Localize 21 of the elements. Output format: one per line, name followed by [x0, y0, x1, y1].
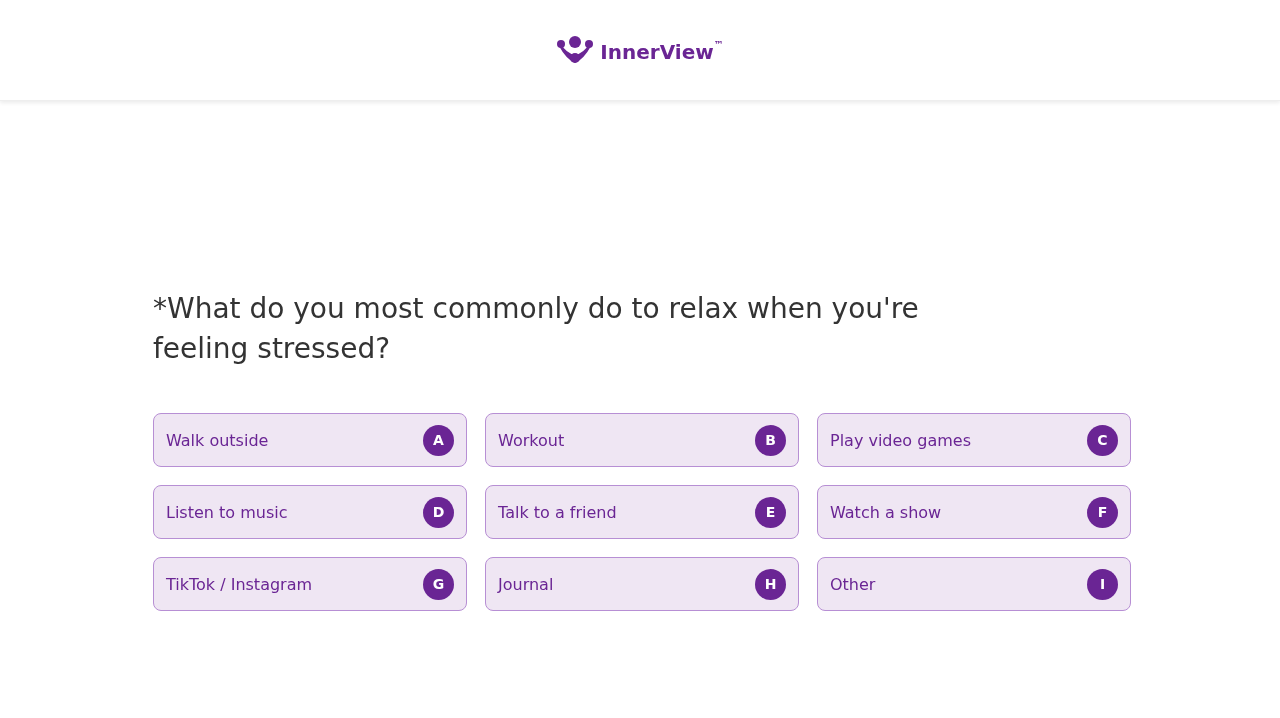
answer-option[interactable]: Journal H	[485, 557, 799, 611]
answer-option[interactable]: Play video games C	[817, 413, 1131, 467]
question-text: *What do you most commonly do to relax when you're feeling stressed?	[153, 291, 920, 367]
logo-icon	[556, 35, 595, 65]
answer-option[interactable]: Watch a show F	[817, 485, 1131, 539]
key-badge: D	[423, 496, 454, 528]
key-badge: G	[423, 568, 454, 600]
answer-option[interactable]: Talk to a friend E	[485, 485, 799, 539]
answer-option[interactable]: TikTok / Instagram G	[153, 557, 467, 611]
answer-option[interactable]: Listen to music D	[153, 485, 467, 539]
key-badge: I	[1087, 568, 1118, 600]
logo-text: InnerView$^{™}$	[600, 38, 724, 64]
key-badge: B	[755, 424, 786, 456]
answer-option[interactable]: Workout B	[485, 413, 799, 467]
key-badge: E	[755, 496, 786, 528]
answer-option[interactable]: Other I	[817, 557, 1131, 611]
key-badge: A	[423, 424, 454, 456]
key-badge: H	[755, 568, 786, 600]
answer-option[interactable]: Walk outside A	[153, 413, 467, 467]
key-badge: C	[1087, 424, 1118, 456]
key-badge: F	[1087, 496, 1118, 528]
